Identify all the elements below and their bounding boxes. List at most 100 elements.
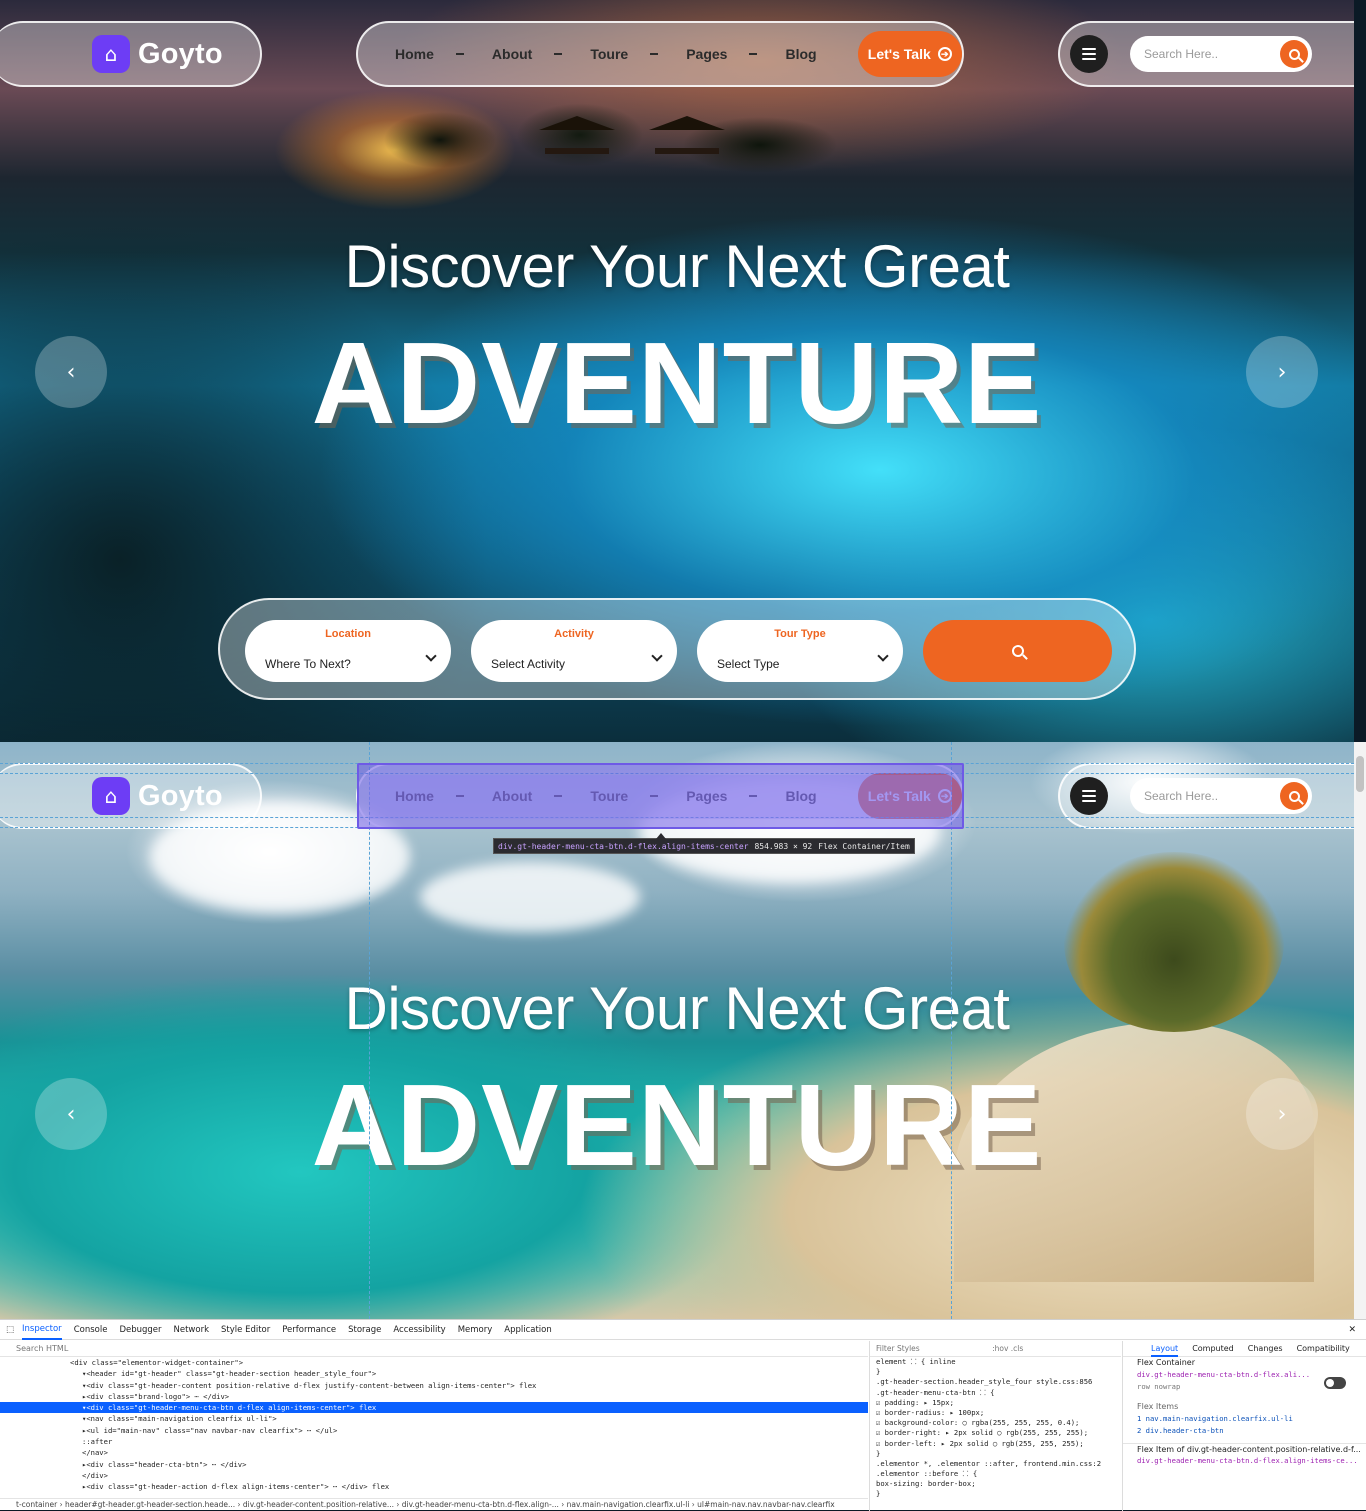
next-slide-button[interactable]: › bbox=[1246, 1078, 1318, 1150]
tab-application[interactable]: Application bbox=[504, 1325, 552, 1335]
flex-item-of-heading[interactable]: Flex Item of div.gt-header-content.posit… bbox=[1123, 1443, 1366, 1455]
dom-node[interactable]: ▸<ul id="main-nav" class="nav navbar-nav… bbox=[0, 1425, 868, 1436]
tab-inspector[interactable]: Inspector bbox=[22, 1320, 62, 1340]
tab-network[interactable]: Network bbox=[174, 1325, 210, 1335]
nav-separator bbox=[650, 53, 659, 55]
html-search-input[interactable]: Search HTML bbox=[0, 1341, 868, 1357]
tab-memory[interactable]: Memory bbox=[458, 1325, 493, 1335]
beach-hut bbox=[539, 116, 615, 154]
scrollbar-thumb[interactable] bbox=[1356, 756, 1364, 792]
dom-node[interactable]: ▸<div class="brand-logo"> ⋯ </div> bbox=[0, 1391, 868, 1402]
css-declaration[interactable]: ☑ border-right: ▸ 2px solid ◯ rgb(255, 2… bbox=[870, 1428, 1121, 1438]
chevron-down-icon bbox=[877, 650, 889, 662]
css-declaration[interactable]: ☑ padding: ▸ 15px; bbox=[870, 1398, 1121, 1408]
tour-type-select[interactable]: Tour Type Select Type bbox=[697, 620, 903, 682]
devtools-tabs: ⬚ Inspector Console Debugger Network Sty… bbox=[0, 1320, 1366, 1340]
css-declaration[interactable]: ☑ background-color: ◯ rgba(255, 255, 255… bbox=[870, 1418, 1121, 1428]
chevron-right-icon: › bbox=[1277, 1101, 1287, 1127]
tab-layout[interactable]: Layout bbox=[1151, 1341, 1179, 1357]
flex-item[interactable]: 1 nav.main-navigation.clearfix.ul-li bbox=[1123, 1413, 1366, 1425]
tab-style-editor[interactable]: Style Editor bbox=[221, 1325, 270, 1335]
location-label: Location bbox=[325, 628, 371, 640]
chevron-left-icon: ‹ bbox=[66, 1101, 76, 1127]
dom-node[interactable]: <div class="elementor-widget-container"> bbox=[0, 1357, 868, 1368]
dom-node-selected[interactable]: ▾<div class="gt-header-menu-cta-btn d-fl… bbox=[0, 1402, 868, 1414]
tab-console-label: Console bbox=[73, 1324, 108, 1335]
css-rule-line: } bbox=[876, 1448, 881, 1458]
dom-node[interactable]: ▾<nav class="main-navigation clearfix ul… bbox=[0, 1413, 868, 1424]
css-declaration[interactable]: box-sizing: border-box; bbox=[870, 1479, 1121, 1489]
menu-icon[interactable] bbox=[1070, 777, 1108, 815]
dom-node[interactable]: ▾<div class="gt-header-content position-… bbox=[0, 1380, 868, 1391]
brand-logo[interactable]: ⌂ Goyto bbox=[0, 21, 262, 87]
tooltip-size: 854.983 × 92 bbox=[754, 841, 813, 851]
tab-style-editor-label: Style Editor bbox=[221, 1324, 271, 1335]
search-icon bbox=[1011, 645, 1024, 657]
cloud bbox=[420, 862, 640, 932]
css-rule-line: } bbox=[876, 1367, 881, 1377]
pseudo-class-toggles[interactable]: :hov .cls bbox=[992, 1344, 1023, 1353]
tour-type-label: Tour Type bbox=[774, 628, 826, 640]
rules-view: Filter Styles :hov .cls element ⸬ { inli… bbox=[869, 1341, 1121, 1511]
search-button[interactable] bbox=[1280, 782, 1308, 810]
search-box bbox=[1130, 36, 1312, 72]
flex-items-heading: Flex Items bbox=[1137, 1402, 1179, 1411]
flex-container-heading[interactable]: Flex Container bbox=[1123, 1357, 1366, 1369]
tab-performance[interactable]: Performance bbox=[282, 1325, 336, 1335]
activity-value: Select Activity bbox=[491, 657, 566, 671]
tab-network-label: Network bbox=[173, 1324, 210, 1335]
booking-search-button[interactable] bbox=[923, 620, 1112, 682]
tooltip-selector: div.gt-header-menu-cta-btn.d-flex.align-… bbox=[498, 841, 749, 851]
breadcrumb[interactable]: t-container › header#gt-header.gt-header… bbox=[0, 1498, 868, 1511]
search-icon bbox=[1288, 790, 1300, 802]
nav-separator bbox=[749, 53, 758, 55]
flex-item[interactable]: 2 div.header-cta-btn bbox=[1123, 1425, 1366, 1437]
lets-talk-button[interactable]: Let's Talk ➔ bbox=[857, 31, 962, 77]
sidebar-tabs: Layout Computed Changes Compatibility bbox=[1123, 1341, 1366, 1357]
flex-item-of-name[interactable]: div.gt-header-menu-cta-btn.d-flex.align-… bbox=[1123, 1455, 1366, 1467]
tab-debugger-label: Debugger bbox=[119, 1324, 162, 1335]
pick-element-icon[interactable]: ⬚ bbox=[6, 1325, 14, 1335]
close-icon[interactable]: ✕ bbox=[1348, 1325, 1356, 1335]
tab-changes[interactable]: Changes bbox=[1248, 1344, 1283, 1353]
tab-application-label: Application bbox=[504, 1324, 552, 1335]
nav-toure[interactable]: Toure bbox=[590, 46, 628, 62]
prev-slide-button[interactable]: ‹ bbox=[35, 1078, 107, 1150]
markup-view: Search HTML <div class="elementor-widget… bbox=[0, 1341, 868, 1501]
tab-storage[interactable]: Storage bbox=[348, 1325, 381, 1335]
dom-node[interactable]: </div> bbox=[0, 1470, 868, 1481]
nav-about[interactable]: About bbox=[492, 46, 532, 62]
dom-node[interactable]: ::after bbox=[0, 1436, 868, 1447]
tab-compatibility[interactable]: Compatibility bbox=[1297, 1344, 1350, 1353]
map-icon: ⌂ bbox=[92, 35, 130, 73]
tab-debugger[interactable]: Debugger bbox=[119, 1325, 161, 1335]
search-input[interactable] bbox=[1144, 47, 1264, 61]
search-button[interactable] bbox=[1280, 40, 1308, 68]
page-scrollbar[interactable] bbox=[1354, 742, 1366, 1319]
dom-node[interactable]: </nav> bbox=[0, 1447, 868, 1458]
header-actions bbox=[1058, 21, 1354, 87]
search-input[interactable] bbox=[1144, 789, 1264, 803]
prev-slide-button[interactable]: ‹ bbox=[35, 336, 107, 408]
nav-blog[interactable]: Blog bbox=[785, 46, 816, 62]
next-slide-button[interactable]: › bbox=[1246, 336, 1318, 408]
css-declaration[interactable]: ☑ border-radius: ▸ 100px; bbox=[870, 1408, 1121, 1418]
dom-node[interactable]: ▾<header id="gt-header" class="gt-header… bbox=[0, 1368, 868, 1379]
hero-subtitle: Discover Your Next Great bbox=[344, 233, 1010, 300]
dom-node[interactable]: ▸<div class="header-cta-btn"> ⋯ </div> bbox=[0, 1459, 868, 1470]
css-rule-line: .gt-header-section.header_style_four sty… bbox=[876, 1377, 1093, 1387]
menu-icon[interactable] bbox=[1070, 35, 1108, 73]
flex-overlay-toggle[interactable] bbox=[1324, 1377, 1346, 1389]
tab-accessibility[interactable]: Accessibility bbox=[393, 1325, 445, 1335]
css-declaration[interactable]: ☑ border-left: ▸ 2px solid ◯ rgb(255, 25… bbox=[870, 1439, 1121, 1449]
dom-node[interactable]: ▸<div class="gt-header-action d-flex ali… bbox=[0, 1481, 868, 1492]
nav-pages[interactable]: Pages bbox=[686, 46, 727, 62]
activity-select[interactable]: Activity Select Activity bbox=[471, 620, 677, 682]
chevron-down-icon bbox=[651, 650, 663, 662]
tab-console[interactable]: Console bbox=[74, 1325, 108, 1335]
hero-title: ADVENTURE bbox=[311, 1060, 1043, 1190]
filter-styles-input[interactable]: Filter Styles bbox=[876, 1344, 920, 1353]
location-select[interactable]: Location Where To Next? bbox=[245, 620, 451, 682]
tab-computed[interactable]: Computed bbox=[1192, 1344, 1234, 1353]
nav-home[interactable]: Home bbox=[395, 46, 434, 62]
